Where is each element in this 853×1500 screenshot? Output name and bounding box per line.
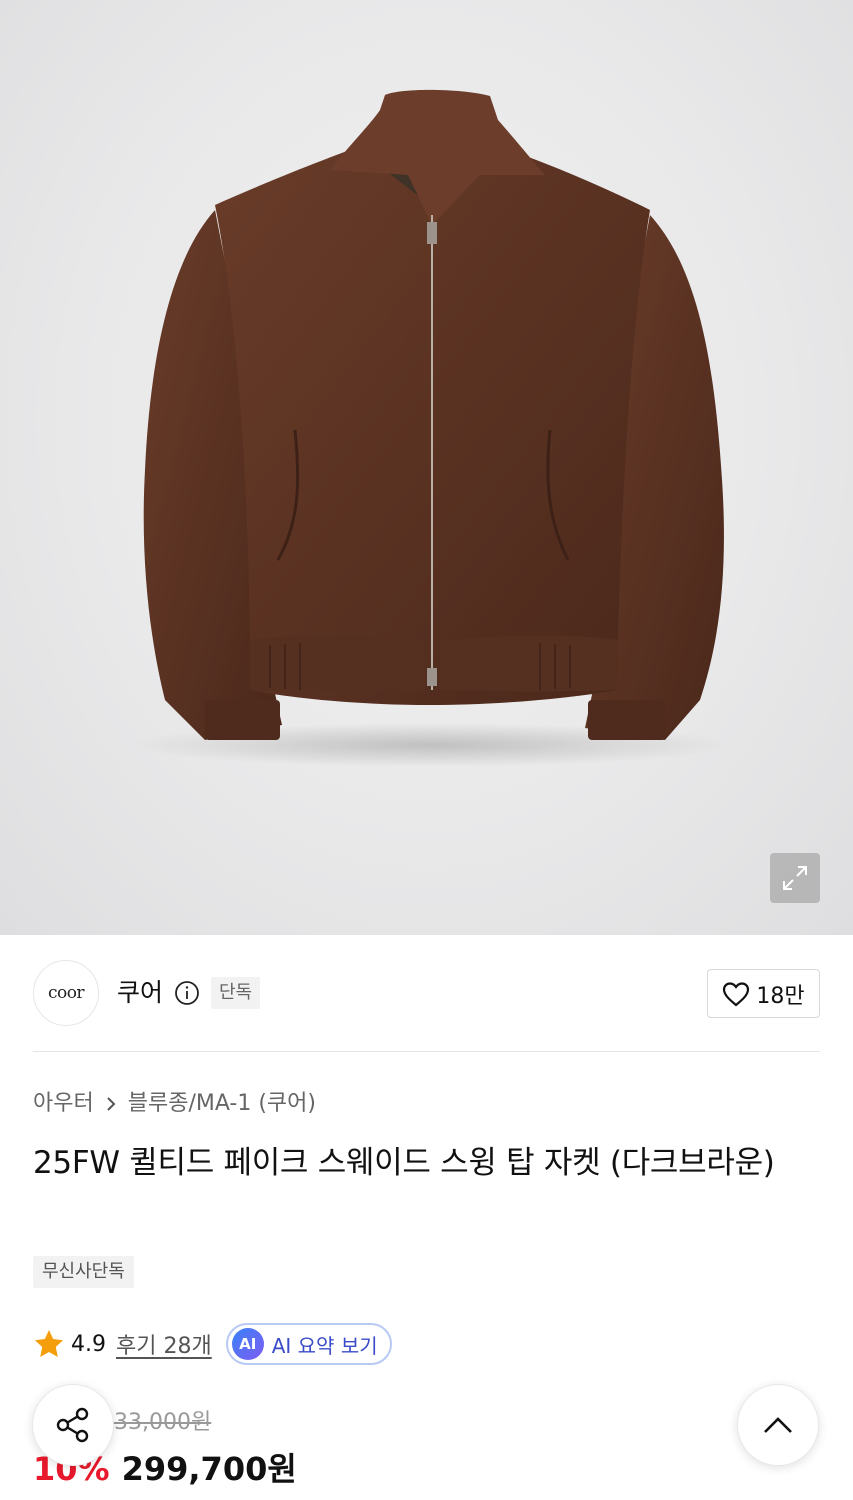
product-title: 25FW 퀼티드 페이크 스웨이드 스윙 탑 자켓 (다크브라운)	[33, 1145, 775, 1181]
expand-icon	[783, 866, 807, 890]
like-count: 18만	[756, 983, 805, 1009]
expand-button[interactable]	[770, 853, 820, 903]
brand-name[interactable]: 쿠어	[117, 977, 163, 1009]
rating-row: 4.9 후기 28개 AI AI 요약 보기	[33, 1322, 392, 1366]
exclusive-badge: 단독	[211, 977, 261, 1009]
breadcrumb: 아우터 블루종/MA-1 (쿠어)	[33, 1087, 316, 1121]
ai-summary-button[interactable]: AI AI 요약 보기	[225, 1323, 392, 1365]
brand-logo[interactable]: coor	[33, 960, 99, 1026]
sale-price: 299,700원	[121, 1450, 297, 1488]
heart-icon	[723, 981, 750, 1006]
breadcrumb-category[interactable]: 아우터	[33, 1087, 94, 1121]
ai-summary-label: AI 요약 보기	[271, 1333, 378, 1358]
divider	[33, 1051, 820, 1052]
store-exclusive-tag: 무신사단독	[33, 1256, 134, 1288]
review-count-link[interactable]: 후기 28개	[116, 1328, 212, 1360]
original-price: 333,000원	[100, 1410, 212, 1435]
scroll-top-button[interactable]	[737, 1384, 819, 1466]
product-image[interactable]	[0, 0, 853, 935]
share-icon	[56, 1407, 89, 1443]
ai-badge: AI	[231, 1328, 264, 1360]
breadcrumb-subcategory[interactable]: 블루종/MA-1 (쿠어)	[128, 1087, 316, 1121]
rating-score: 4.9	[71, 1331, 106, 1357]
jacket-image	[130, 89, 730, 767]
info-icon[interactable]	[174, 980, 200, 1006]
star-icon	[35, 1330, 63, 1357]
share-button[interactable]	[32, 1384, 114, 1466]
chevron-up-icon	[764, 1417, 792, 1433]
brand-row: coor 쿠어 단독 18만	[33, 960, 820, 1026]
like-button[interactable]: 18만	[707, 969, 820, 1018]
chevron-right-icon	[107, 1097, 116, 1111]
